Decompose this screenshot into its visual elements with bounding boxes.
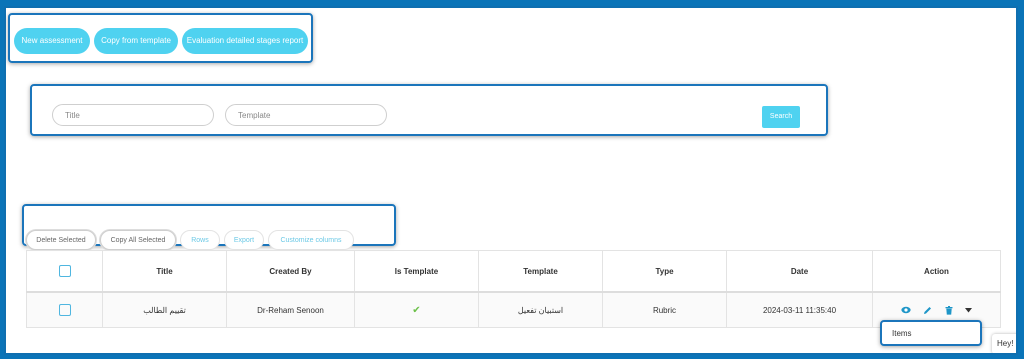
header-type: Type [602,250,727,293]
action-dropdown-menu: Items [880,320,982,346]
row-select-cell [26,291,103,328]
new-assessment-button[interactable]: New assessment [14,28,90,54]
evaluation-report-button[interactable]: Evaluation detailed stages report [182,28,308,54]
copy-from-template-button[interactable]: Copy from template [94,28,178,54]
row-date: 2024-03-11 11:35:40 [726,291,873,328]
row-checkbox[interactable] [58,304,71,316]
copy-all-selected-button[interactable]: Copy All Selected [100,230,176,250]
title-filter-input[interactable] [52,104,214,126]
header-is-template: Is Template [354,250,479,293]
row-title: تقييم الطالب [102,291,227,328]
trash-icon[interactable] [945,305,953,315]
eye-icon[interactable] [901,306,911,314]
customize-columns-button[interactable]: Customize columns [268,230,354,250]
row-template: استبيان تفعيل [478,291,603,328]
row-is-template: ✔ [354,291,479,328]
table-row: تقييم الطالب Dr-Reham Senoon ✔ استبيان ت… [26,291,1001,328]
header-created-by: Created By [226,250,355,293]
pencil-icon[interactable] [923,306,932,315]
rows-button[interactable]: Rows [180,230,220,250]
assessments-table: Title Created By Is Template Template Ty… [26,250,1001,328]
check-icon: ✔ [412,304,421,316]
select-all-checkbox[interactable] [58,265,71,277]
menu-item-items[interactable]: Items [892,329,912,338]
row-type: Rubric [602,291,727,328]
header-action: Action [872,250,1001,293]
template-filter-input[interactable] [225,104,387,126]
caret-down-icon[interactable] [964,307,972,313]
delete-selected-button[interactable]: Delete Selected [26,230,96,250]
app-frame: New assessment Copy from template Evalua… [4,6,1018,355]
search-button[interactable]: Search [762,106,800,128]
header-date: Date [726,250,873,293]
header-title: Title [102,250,227,293]
export-button[interactable]: Export [224,230,264,250]
chat-widget[interactable]: Hey! I'm [992,334,1016,353]
table-header-row: Title Created By Is Template Template Ty… [26,250,1001,293]
select-all-cell [26,250,103,293]
header-template: Template [478,250,603,293]
row-created-by: Dr-Reham Senoon [226,291,355,328]
